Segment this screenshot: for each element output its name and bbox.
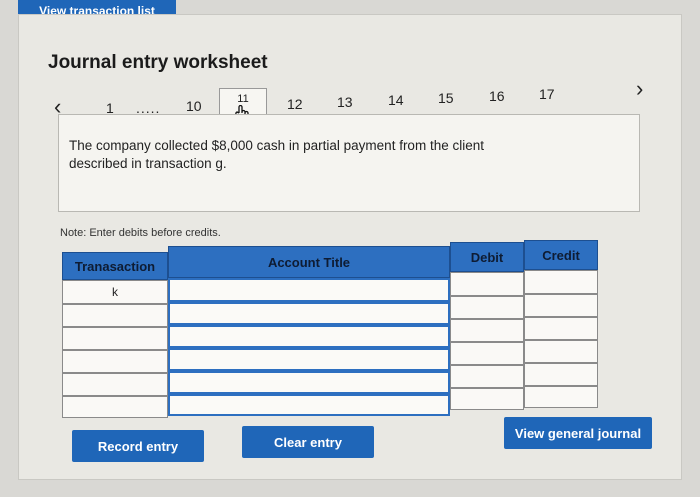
row-5-credit-input[interactable] bbox=[524, 363, 598, 386]
row-6-transaction[interactable] bbox=[62, 396, 168, 418]
header-transaction: Tranasaction bbox=[62, 252, 168, 280]
row-6-credit-input[interactable] bbox=[524, 386, 598, 408]
nav-item-10[interactable]: 10 bbox=[186, 98, 202, 114]
row-3-transaction[interactable] bbox=[62, 327, 168, 350]
record-entry-button[interactable]: Record entry bbox=[72, 430, 204, 462]
chevron-right-icon[interactable]: › bbox=[636, 76, 643, 102]
row-6-account-input[interactable] bbox=[168, 394, 450, 416]
row-1-debit-input[interactable] bbox=[450, 272, 524, 296]
row-3-debit-input[interactable] bbox=[450, 319, 524, 342]
transaction-description-box: The company collected $8,000 cash in par… bbox=[58, 114, 640, 212]
header-debit: Debit bbox=[450, 242, 524, 272]
row-4-credit-input[interactable] bbox=[524, 340, 598, 363]
view-general-journal-button[interactable]: View general journal bbox=[504, 417, 652, 449]
transaction-description: The company collected $8,000 cash in par… bbox=[69, 138, 484, 171]
row-4-transaction[interactable] bbox=[62, 350, 168, 373]
row-1-credit-input[interactable] bbox=[524, 270, 598, 294]
nav-item-15[interactable]: 15 bbox=[438, 90, 454, 106]
row-1-account-input[interactable] bbox=[168, 278, 450, 302]
row-5-transaction[interactable] bbox=[62, 373, 168, 396]
row-3-account-input[interactable] bbox=[168, 325, 450, 348]
nav-item-13[interactable]: 13 bbox=[337, 94, 353, 110]
page-title: Journal entry worksheet bbox=[48, 52, 268, 73]
nav-item-17[interactable]: 17 bbox=[539, 86, 555, 102]
debit-credit-note: Note: Enter debits before credits. bbox=[60, 227, 221, 239]
row-6-debit-input[interactable] bbox=[450, 388, 524, 410]
row-5-debit-input[interactable] bbox=[450, 365, 524, 388]
header-account-title: Account Title bbox=[168, 246, 450, 278]
header-credit: Credit bbox=[524, 240, 598, 270]
row-3-credit-input[interactable] bbox=[524, 317, 598, 340]
row-2-debit-input[interactable] bbox=[450, 296, 524, 319]
row-4-account-input[interactable] bbox=[168, 348, 450, 371]
nav-item-12[interactable]: 12 bbox=[287, 96, 303, 112]
row-2-account-input[interactable] bbox=[168, 302, 450, 325]
row-2-transaction[interactable] bbox=[62, 304, 168, 327]
row-5-account-input[interactable] bbox=[168, 371, 450, 394]
row-4-debit-input[interactable] bbox=[450, 342, 524, 365]
row-1-transaction[interactable]: k bbox=[62, 280, 168, 304]
nav-item-14[interactable]: 14 bbox=[388, 92, 404, 108]
row-2-credit-input[interactable] bbox=[524, 294, 598, 317]
clear-entry-button[interactable]: Clear entry bbox=[242, 426, 374, 458]
nav-item-16[interactable]: 16 bbox=[489, 88, 505, 104]
